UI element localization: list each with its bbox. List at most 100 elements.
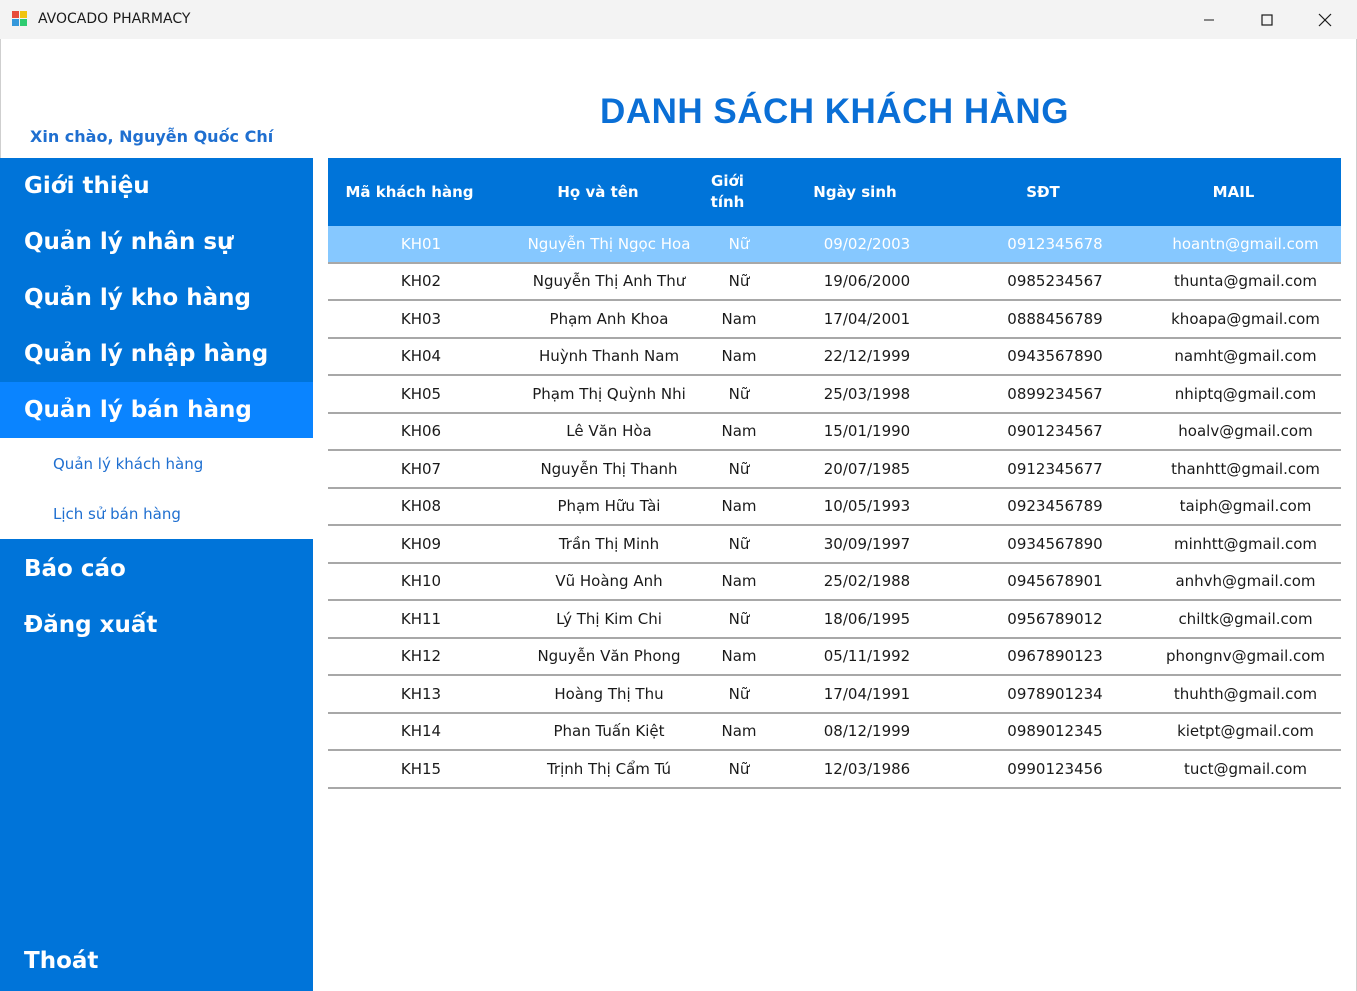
- table-cell[interactable]: KH06: [328, 414, 514, 450]
- table-cell[interactable]: 17/04/1991: [774, 676, 960, 712]
- table-cell[interactable]: Phan Tuấn Kiệt: [514, 714, 704, 750]
- table-cell[interactable]: KH07: [328, 451, 514, 487]
- column-header-ho-va-ten[interactable]: Họ và tên: [491, 158, 705, 226]
- table-cell[interactable]: KH10: [328, 564, 514, 600]
- table-cell[interactable]: 20/07/1985: [774, 451, 960, 487]
- table-cell[interactable]: 0888456789: [960, 301, 1150, 337]
- table-row[interactable]: KH15 Trịnh Thị Cẩm Tú Nữ 12/03/1986 09901234…: [328, 751, 1341, 789]
- table-cell[interactable]: Vũ Hoàng Anh: [514, 564, 704, 600]
- column-header-mail[interactable]: MAIL: [1126, 158, 1341, 226]
- table-cell[interactable]: 0978901234: [960, 676, 1150, 712]
- table-cell[interactable]: 05/11/1992: [774, 639, 960, 675]
- table-cell[interactable]: thunta@gmail.com: [1150, 264, 1341, 300]
- table-cell[interactable]: Nữ: [704, 601, 774, 637]
- table-cell[interactable]: Nam: [704, 639, 774, 675]
- table-row[interactable]: KH12 Nguyễn Văn Phong Nam 05/11/1992 0967890…: [328, 639, 1341, 676]
- table-cell[interactable]: KH12: [328, 639, 514, 675]
- sidebar-item-quan-ly-nhan-su[interactable]: Quản lý nhân sự: [0, 214, 313, 270]
- table-cell[interactable]: namht@gmail.com: [1150, 339, 1341, 375]
- table-cell[interactable]: 30/09/1997: [774, 526, 960, 562]
- table-cell[interactable]: 22/12/1999: [774, 339, 960, 375]
- table-cell[interactable]: phongnv@gmail.com: [1150, 639, 1341, 675]
- table-cell[interactable]: chiltk@gmail.com: [1150, 601, 1341, 637]
- table-row[interactable]: KH01 Nguyễn Thị Ngọc Hoa Nữ 09/02/2003 09123…: [328, 226, 1341, 264]
- table-cell[interactable]: 0934567890: [960, 526, 1150, 562]
- table-cell[interactable]: 0945678901: [960, 564, 1150, 600]
- table-cell[interactable]: Trần Thị Minh: [514, 526, 704, 562]
- maximize-button[interactable]: [1238, 0, 1296, 39]
- minimize-button[interactable]: [1180, 0, 1238, 39]
- table-cell[interactable]: 09/02/2003: [774, 226, 960, 262]
- table-cell[interactable]: Lý Thị Kim Chi: [514, 601, 704, 637]
- table-cell[interactable]: Nam: [704, 339, 774, 375]
- table-cell[interactable]: Lê Văn Hòa: [514, 414, 704, 450]
- table-cell[interactable]: KH13: [328, 676, 514, 712]
- table-cell[interactable]: Phạm Thị Quỳnh Nhi: [514, 376, 704, 412]
- table-cell[interactable]: Nguyễn Thị Anh Thư: [514, 264, 704, 300]
- table-cell[interactable]: KH05: [328, 376, 514, 412]
- table-cell[interactable]: KH11: [328, 601, 514, 637]
- table-cell[interactable]: Trịnh Thị Cẩm Tú: [514, 751, 704, 787]
- table-row[interactable]: KH03 Phạm Anh Khoa Nam 17/04/2001 0888456789…: [328, 301, 1341, 339]
- table-cell[interactable]: Nguyễn Văn Phong: [514, 639, 704, 675]
- table-cell[interactable]: 10/05/1993: [774, 489, 960, 525]
- table-cell[interactable]: Nữ: [704, 526, 774, 562]
- table-cell[interactable]: 25/03/1998: [774, 376, 960, 412]
- table-cell[interactable]: Nam: [704, 301, 774, 337]
- table-cell[interactable]: hoantn@gmail.com: [1150, 226, 1341, 262]
- table-cell[interactable]: minhtt@gmail.com: [1150, 526, 1341, 562]
- table-cell[interactable]: KH08: [328, 489, 514, 525]
- table-row[interactable]: KH05 Phạm Thị Quỳnh Nhi Nữ 25/03/1998 089923…: [328, 376, 1341, 414]
- table-row[interactable]: KH10 Vũ Hoàng Anh Nam 25/02/1988 0945678901 a…: [328, 564, 1341, 601]
- table-row[interactable]: KH11 Lý Thị Kim Chi Nữ 18/06/1995 0956789012…: [328, 601, 1341, 639]
- table-cell[interactable]: 12/03/1986: [774, 751, 960, 787]
- table-cell[interactable]: Huỳnh Thanh Nam: [514, 339, 704, 375]
- table-cell[interactable]: KH02: [328, 264, 514, 300]
- table-cell[interactable]: nhiptq@gmail.com: [1150, 376, 1341, 412]
- table-cell[interactable]: khoapa@gmail.com: [1150, 301, 1341, 337]
- table-cell[interactable]: 0923456789: [960, 489, 1150, 525]
- table-cell[interactable]: Hoàng Thị Thu: [514, 676, 704, 712]
- sidebar-item-quan-ly-nhap-hang[interactable]: Quản lý nhập hàng: [0, 326, 313, 382]
- sidebar-item-dang-xuat[interactable]: Đăng xuất: [0, 597, 313, 653]
- table-cell[interactable]: Nữ: [704, 226, 774, 262]
- table-cell[interactable]: thuhth@gmail.com: [1150, 676, 1341, 712]
- table-cell[interactable]: 15/01/1990: [774, 414, 960, 450]
- table-cell[interactable]: Nam: [704, 489, 774, 525]
- table-cell[interactable]: 0943567890: [960, 339, 1150, 375]
- table-cell[interactable]: Nữ: [704, 676, 774, 712]
- table-cell[interactable]: anhvh@gmail.com: [1150, 564, 1341, 600]
- table-cell[interactable]: 19/06/2000: [774, 264, 960, 300]
- table-cell[interactable]: 0899234567: [960, 376, 1150, 412]
- table-row[interactable]: KH07 Nguyễn Thị Thanh Nữ 20/07/1985 09123456…: [328, 451, 1341, 489]
- sidebar-item-quan-ly-ban-hang[interactable]: Quản lý bán hàng: [0, 382, 313, 438]
- table-cell[interactable]: Nữ: [704, 376, 774, 412]
- table-cell[interactable]: 0989012345: [960, 714, 1150, 750]
- close-button[interactable]: [1296, 0, 1354, 39]
- table-cell[interactable]: Nữ: [704, 751, 774, 787]
- table-cell[interactable]: Nguyễn Thị Ngọc Hoa: [514, 226, 704, 262]
- table-cell[interactable]: Nữ: [704, 264, 774, 300]
- table-row[interactable]: KH02 Nguyễn Thị Anh Thư Nữ 19/06/2000 098523…: [328, 264, 1341, 301]
- table-cell[interactable]: 0912345678: [960, 226, 1150, 262]
- table-cell[interactable]: KH04: [328, 339, 514, 375]
- table-cell[interactable]: 0985234567: [960, 264, 1150, 300]
- table-cell[interactable]: kietpt@gmail.com: [1150, 714, 1341, 750]
- table-row[interactable]: KH08 Phạm Hữu Tài Nam 10/05/1993 0923456789 t…: [328, 489, 1341, 526]
- table-cell[interactable]: Nữ: [704, 451, 774, 487]
- table-cell[interactable]: 0967890123: [960, 639, 1150, 675]
- table-cell[interactable]: Nam: [704, 564, 774, 600]
- table-row[interactable]: KH13 Hoàng Thị Thu Nữ 17/04/1991 0978901234 t…: [328, 676, 1341, 714]
- table-cell[interactable]: 18/06/1995: [774, 601, 960, 637]
- column-header-gioi-tinh[interactable]: Giới tính: [705, 158, 750, 226]
- table-cell[interactable]: 17/04/2001: [774, 301, 960, 337]
- table-cell[interactable]: KH09: [328, 526, 514, 562]
- exit-button[interactable]: Thoát: [0, 933, 313, 989]
- table-cell[interactable]: Phạm Hữu Tài: [514, 489, 704, 525]
- table-cell[interactable]: 0990123456: [960, 751, 1150, 787]
- table-cell[interactable]: thanhtt@gmail.com: [1150, 451, 1341, 487]
- table-cell[interactable]: Nam: [704, 414, 774, 450]
- sidebar-item-gioi-thieu[interactable]: Giới thiệu: [0, 158, 313, 214]
- table-cell[interactable]: 0901234567: [960, 414, 1150, 450]
- table-cell[interactable]: 25/02/1988: [774, 564, 960, 600]
